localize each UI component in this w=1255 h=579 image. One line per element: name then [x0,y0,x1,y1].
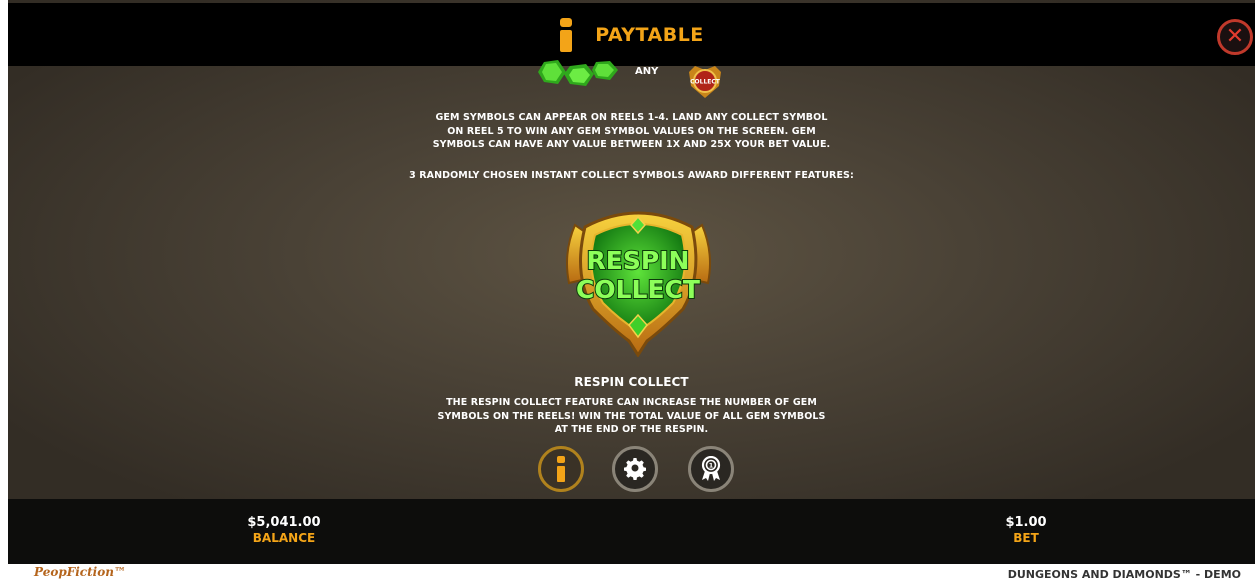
bet-display: $1.00 BET [996,515,1056,546]
paytable-header: PAYTABLE ✕ [8,3,1255,66]
gear-icon [624,458,646,480]
game-window: PAYTABLE ✕ ANY COLLECT GEM SYMBOLS CAN A… [8,0,1255,564]
feature-title: RESPIN COLLECT [574,375,689,389]
game-name: DUNGEONS AND DIAMONDS™ - DEMO [1007,568,1241,579]
header-title-group: PAYTABLE [559,17,704,52]
balance-value: $5,041.00 [247,515,321,530]
bet-label: BET [1013,531,1039,545]
award-ribbon-icon: 1 [701,456,721,481]
info-icon [559,17,573,52]
collect-symbol-image: COLLECT [689,66,721,98]
feature-description-text: THE RESPIN COLLECT FEATURE CAN INCREASE … [437,397,826,435]
settings-tab-button[interactable] [612,446,658,492]
close-icon: ✕ [1225,24,1245,49]
respin-badge-line1: RESPIN [587,246,690,275]
respin-collect-symbol-image: RESPIN COLLECT [566,211,711,357]
info-icon [555,456,567,482]
collect-badge-text: COLLECT [690,79,721,86]
status-bar: $5,041.00 BALANCE $1.00 BET [8,499,1255,564]
gem-description-text: GEM SYMBOLS CAN APPEAR ON REELS 1-4. LAN… [432,112,831,150]
balance-label: BALANCE [252,531,316,545]
respin-badge-line2: COLLECT [576,275,700,304]
any-label: ANY [635,66,659,77]
rules-tab-button[interactable]: 1 [688,446,734,492]
brand-logo: PeopFiction™ [34,565,126,579]
balance-display: $5,041.00 BALANCE [234,515,334,546]
svg-text:1: 1 [709,462,714,470]
feature-description: THE RESPIN COLLECT FEATURE CAN INCREASE … [8,396,1255,437]
gem-symbols-image [538,60,618,86]
close-button[interactable]: ✕ [1217,19,1253,55]
instant-collect-text: 3 RANDOMLY CHOSEN INSTANT COLLECT SYMBOL… [409,170,854,181]
bet-value: $1.00 [1005,515,1047,530]
gem-description: GEM SYMBOLS CAN APPEAR ON REELS 1-4. LAN… [8,111,1255,152]
info-tab-button[interactable] [538,446,584,492]
page-title: PAYTABLE [595,23,704,46]
